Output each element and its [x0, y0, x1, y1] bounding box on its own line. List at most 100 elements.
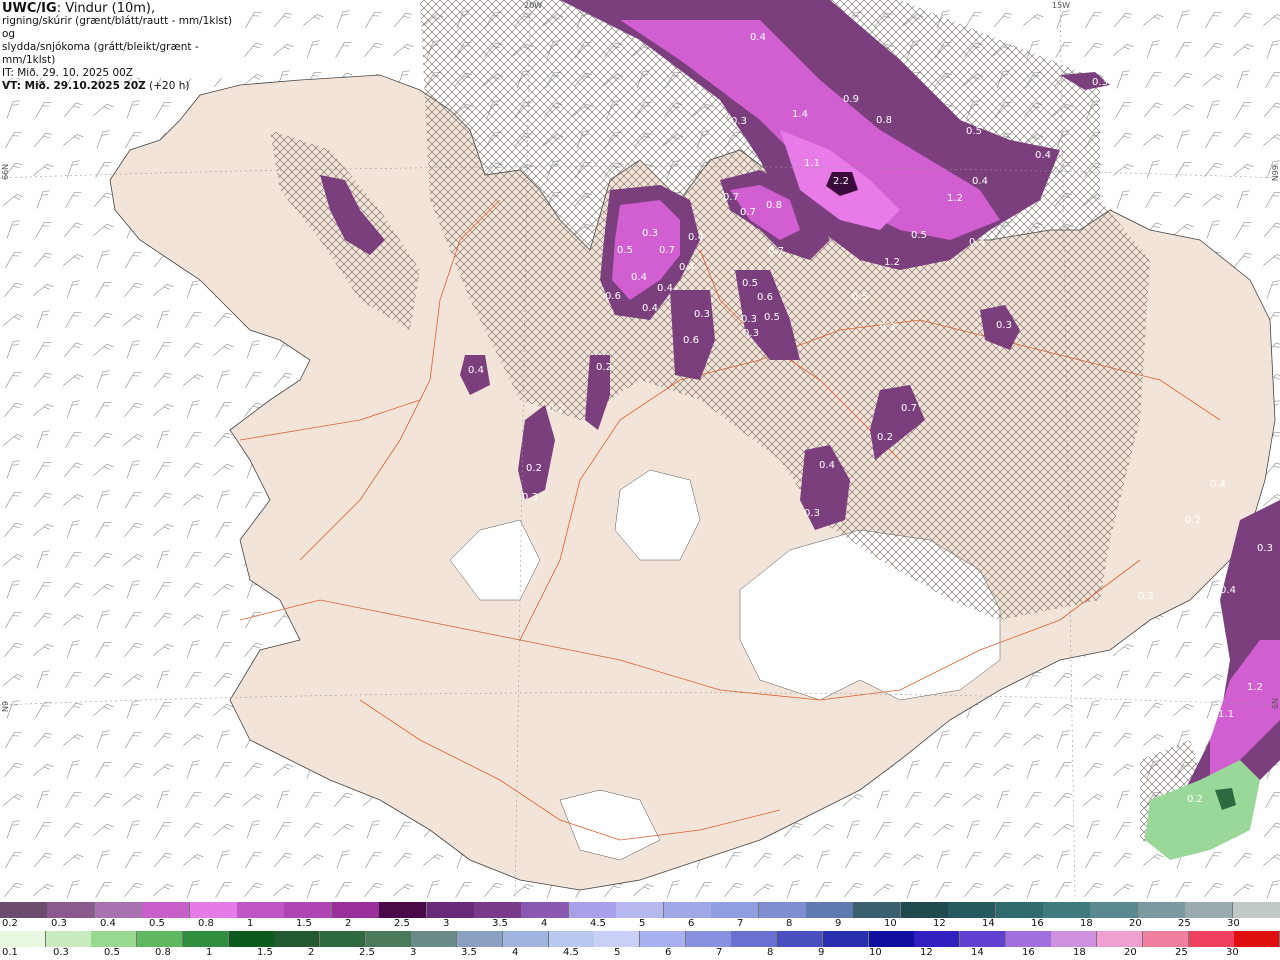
legend-color-cell — [1232, 902, 1280, 918]
legend-tick-label: 0.3 — [53, 947, 69, 958]
legend-tick-label: 3 — [410, 947, 417, 958]
precip-value-label: 0.3 — [1092, 77, 1108, 88]
legend-color-cell — [284, 902, 333, 918]
precip-value-label: 0.3 — [731, 116, 747, 127]
legend-color-cell — [426, 902, 475, 918]
legend-color-cell — [640, 931, 686, 947]
legend-color-cell — [379, 902, 428, 918]
legend-tick-label: 8 — [786, 918, 793, 929]
precip-value-label: 0.3 — [741, 314, 757, 325]
legend-tick-label: 30 — [1227, 918, 1240, 929]
precip-value-label: 0.3 — [880, 322, 896, 333]
legend-color-cell — [663, 902, 712, 918]
legend-color-cell — [758, 902, 807, 918]
legend-color-cell — [45, 931, 92, 947]
legend-color-cell — [805, 902, 854, 918]
legend-color-cell — [914, 931, 961, 947]
grid-label-66n-right: 66N — [1270, 165, 1279, 181]
precip-value-label: 1.1 — [804, 158, 820, 169]
precip-value-label: 0.3 — [1257, 543, 1273, 554]
legend-color-cell — [1051, 931, 1098, 947]
legend-color-cell — [331, 902, 380, 918]
legend-color-cell — [948, 902, 997, 918]
precip-value-label: 0.2 — [1138, 591, 1154, 602]
precip-value-label: 0.3 — [804, 508, 820, 519]
legend-color-cell — [365, 931, 412, 947]
legend-color-cell — [411, 931, 458, 947]
legend-color-cell — [502, 931, 549, 947]
precip-value-label: 1.1 — [1218, 709, 1234, 720]
precip-value-label: 1.2 — [947, 193, 963, 204]
legend-tick-label: 25 — [1178, 918, 1191, 929]
legend-tick-label: 18 — [1073, 947, 1086, 958]
subtitle-snow: slydda/snjókoma (grátt/bleikt/grænt - mm… — [2, 41, 199, 66]
legend-color-cell — [853, 902, 902, 918]
legend-color-cell — [777, 931, 824, 947]
precip-value-label: 0.7 — [723, 192, 739, 203]
precip-value-label: 0.2 — [1187, 794, 1203, 805]
legend-color-cell — [137, 931, 184, 947]
legend-color-cell — [320, 931, 366, 947]
precip-value-label: 0.7 — [901, 403, 917, 414]
snow-tick-labels: 0.2 0.3 0.4 0.5 0.8 1 1.5 2 2.5 3 3.5 4 4.5 5 6 7 8 9 10 12… — [0, 918, 1280, 931]
legend-color-cell — [521, 902, 570, 918]
precip-value-label: 0.5 — [764, 312, 780, 323]
rain-tick-labels: 0.1 0.3 0.5 0.8 1 1.5 2 2.5 3 3.5 4 4.5 5 6 7 8 9 10 12 14 1… — [0, 947, 1280, 960]
precip-value-label: 1.2 — [1247, 682, 1263, 693]
precip-value-label: 0.4 — [468, 365, 484, 376]
legend-tick-label: 10 — [869, 947, 882, 958]
legend-color-cell — [900, 902, 949, 918]
grid-label-20w: 20W — [524, 1, 542, 10]
precip-value-label: 0.2 — [548, 404, 564, 415]
precip-value-label: 0.3 — [686, 84, 702, 95]
legend-color-cell — [616, 902, 665, 918]
precip-value-label: 2.2 — [833, 176, 849, 187]
legend-tick-label: 0.3 — [51, 918, 67, 929]
precip-value-label: 0.2 — [1185, 515, 1201, 526]
map-title: UWC/IG: Vindur (10m), — [2, 1, 156, 16]
grid-label-n9-left: N9 — [1, 701, 10, 712]
legend-tick-label: 16 — [1031, 918, 1044, 929]
precip-value-label: 0.4 — [1210, 479, 1226, 490]
legend-color-cell — [685, 931, 732, 947]
legend-color-cell — [1137, 902, 1186, 918]
precip-value-label: 0.4 — [750, 32, 766, 43]
legend-color-cell — [1042, 902, 1091, 918]
legend-color-cell — [1005, 931, 1052, 947]
valid-time: VT: Mið. 29.10.2025 20Z (+20 h) — [2, 80, 190, 92]
legend-color-cell — [0, 902, 48, 918]
grid-label-66n-left: 66N — [1, 164, 10, 180]
legend-color-cell — [189, 902, 238, 918]
legend-tick-label: 0.2 — [2, 918, 18, 929]
legend-tick-label: 30 — [1226, 947, 1239, 958]
legend-color-cell — [47, 902, 96, 918]
legend-tick-label: 7 — [737, 918, 744, 929]
precip-value-label: 0.4 — [657, 283, 673, 294]
legend-tick-label: 12 — [920, 947, 933, 958]
legend-tick-label: 9 — [835, 918, 842, 929]
grid-label-n9-right: N9 — [1270, 698, 1279, 709]
precip-value-label: 0.7 — [659, 245, 675, 256]
precip-value-label: 0.2 — [596, 362, 612, 373]
snow-colorbar — [0, 902, 1280, 918]
legend-tick-label: 0.8 — [198, 918, 214, 929]
initial-time: IT: Mið. 29. 10. 2025 00Z — [2, 67, 133, 79]
legend-tick-label: 3 — [443, 918, 450, 929]
legend-tick-label: 20 — [1124, 947, 1137, 958]
precip-value-label: 0.4 — [819, 460, 835, 471]
legend-color-cell — [457, 931, 504, 947]
legend-color-cell — [142, 902, 191, 918]
precip-value-label: 0.5 — [742, 278, 758, 289]
legend-tick-label: 1.5 — [296, 918, 312, 929]
precip-value-label: 0.8 — [766, 200, 782, 211]
legend-tick-label: 1.5 — [257, 947, 273, 958]
precip-value-label: 0.6 — [683, 335, 699, 346]
legend-color-cell — [274, 931, 321, 947]
legend-color-cell — [548, 931, 595, 947]
legend-tick-label: 0.8 — [155, 947, 171, 958]
legend-tick-label: 14 — [971, 947, 984, 958]
legend-tick-label: 16 — [1022, 947, 1035, 958]
forecast-map[interactable]: 20W 15W 66N 66N N9 N9 0.4 0.3 1.4 0.3 0.9 0.8… — [0, 0, 1280, 900]
legend-tick-label: 7 — [716, 947, 723, 958]
legend-tick-label: 5 — [639, 918, 646, 929]
